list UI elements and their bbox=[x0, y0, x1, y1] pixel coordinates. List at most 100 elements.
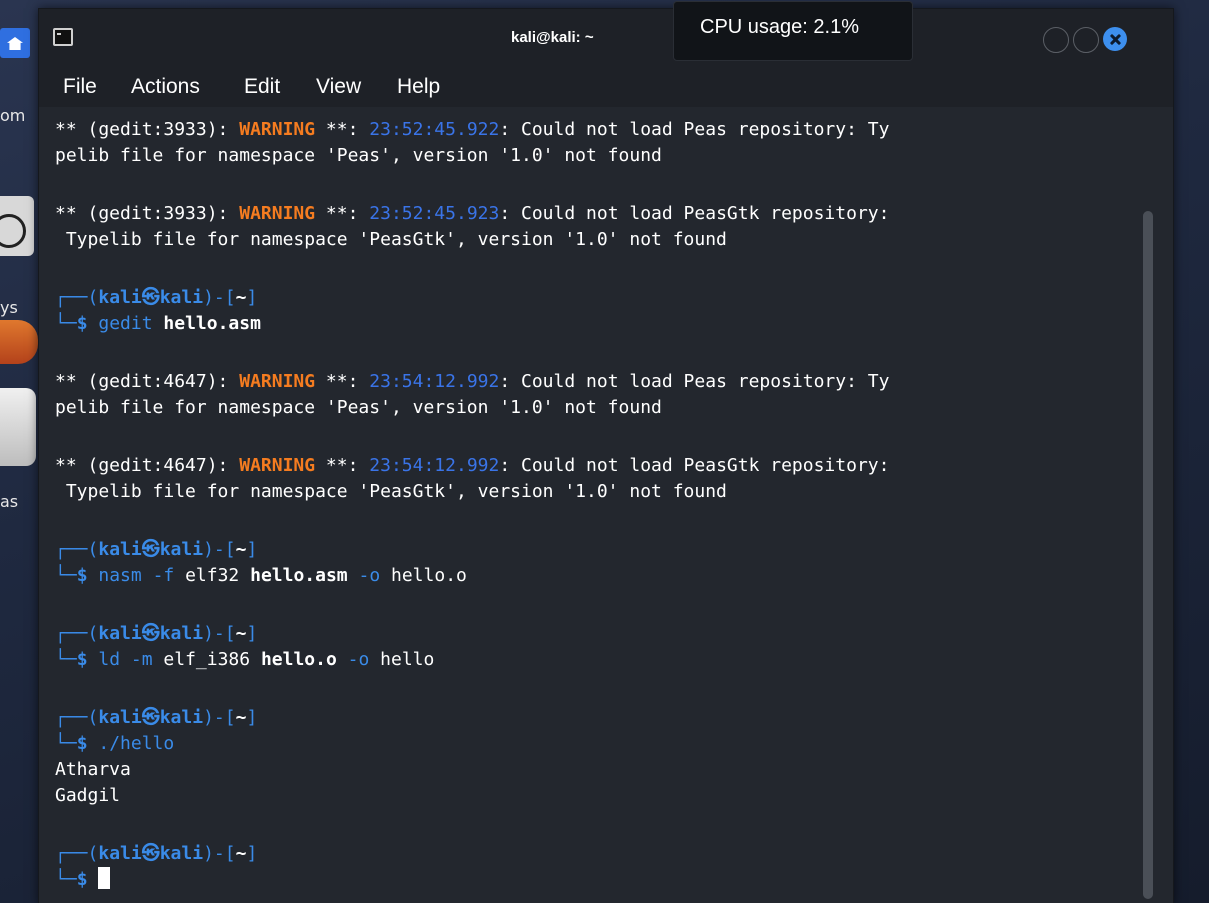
prompt-dollar: $ bbox=[76, 733, 88, 754]
command-text: elf_i386 bbox=[152, 649, 261, 670]
warn-sep: **: bbox=[315, 203, 370, 224]
warn-prefix: ** (gedit:4647): bbox=[55, 455, 240, 476]
prompt-at: ㉿ bbox=[141, 843, 160, 864]
prompt-line: ┌──(kali㉿kali)-[~] bbox=[55, 621, 257, 647]
command-name: ./hello bbox=[87, 733, 175, 754]
prompt-host: kali bbox=[159, 623, 204, 644]
warn-sep: **: bbox=[315, 119, 370, 140]
prompt-bracket-end: ] bbox=[246, 707, 258, 728]
prompt-user: kali bbox=[98, 623, 142, 644]
warning-label: WARNING bbox=[239, 203, 316, 224]
prompt-bracket: )-[ bbox=[203, 623, 236, 644]
prompt-at: ㉿ bbox=[141, 539, 160, 560]
prompt-corner: └─ bbox=[55, 733, 77, 754]
prompt-corner: ┌──( bbox=[55, 843, 99, 864]
prompt-bracket: )-[ bbox=[203, 843, 236, 864]
prompt-corner: ┌──( bbox=[55, 287, 99, 308]
prompt-line: ┌──(kali㉿kali)-[~] bbox=[55, 285, 257, 311]
maximize-button[interactable] bbox=[1073, 27, 1099, 53]
timestamp: 23:52:45.923 bbox=[369, 203, 500, 224]
command-name: ld bbox=[87, 649, 131, 670]
disk-icon[interactable] bbox=[0, 388, 36, 466]
prompt-host: kali bbox=[159, 843, 204, 864]
title-bar[interactable]: kali@kali: ~ CPU usage: 2.1% bbox=[39, 1, 1173, 65]
terminal-window: kali@kali: ~ CPU usage: 2.1% File Action… bbox=[38, 1, 1174, 903]
prompt-dir: ~ bbox=[235, 623, 247, 644]
prompt-at: ㉿ bbox=[141, 707, 160, 728]
terminal-line: pelib file for namespace 'Peas', version… bbox=[55, 397, 662, 418]
scrollbar[interactable] bbox=[1143, 211, 1153, 899]
terminal-line: ** (gedit:4647): WARNING **: 23:54:12.99… bbox=[55, 453, 889, 479]
command-line: └─$ bbox=[55, 867, 111, 893]
desktop-icon-label: ys bbox=[0, 298, 18, 317]
command-line: └─$ ld -m elf_i386 hello.o -o hello bbox=[55, 647, 434, 673]
cpu-usage-tooltip: CPU usage: 2.1% bbox=[673, 1, 913, 61]
prompt-corner: ┌──( bbox=[55, 707, 99, 728]
prompt-bracket-end: ] bbox=[246, 539, 258, 560]
menu-file[interactable]: File bbox=[59, 73, 101, 101]
desktop-icon-label: om bbox=[0, 106, 26, 125]
command-arg: hello.o bbox=[260, 649, 337, 670]
filesystem-icon[interactable] bbox=[0, 320, 38, 364]
command-text: elf32 bbox=[174, 565, 251, 586]
prompt-corner: └─ bbox=[55, 565, 77, 586]
command-text: hello bbox=[369, 649, 435, 670]
prompt-bracket-end: ] bbox=[246, 623, 258, 644]
warning-label: WARNING bbox=[239, 455, 316, 476]
prompt-user: kali bbox=[98, 539, 142, 560]
warning-label: WARNING bbox=[239, 119, 316, 140]
prompt-dir: ~ bbox=[235, 539, 247, 560]
command-text: hello.o bbox=[380, 565, 467, 586]
terminal-output[interactable]: ** (gedit:3933): WARNING **: 23:52:45.92… bbox=[39, 107, 1173, 903]
prompt-host: kali bbox=[159, 539, 204, 560]
terminal-line: Typelib file for namespace 'PeasGtk', ve… bbox=[55, 229, 727, 250]
command-line: └─$ ./hello bbox=[55, 731, 174, 757]
command-arg: hello.asm bbox=[250, 565, 348, 586]
prompt-dollar: $ bbox=[76, 313, 88, 334]
prompt-user: kali bbox=[98, 707, 142, 728]
warn-prefix: ** (gedit:3933): bbox=[55, 203, 240, 224]
prompt-dir: ~ bbox=[235, 707, 247, 728]
warning-label: WARNING bbox=[239, 371, 316, 392]
text-cursor bbox=[98, 867, 111, 889]
menu-edit[interactable]: Edit bbox=[240, 73, 284, 101]
warn-sep: **: bbox=[315, 455, 370, 476]
menu-help[interactable]: Help bbox=[393, 73, 444, 101]
desktop: om ys as kali@kali: ~ CPU usage: 2.1% Fi… bbox=[0, 0, 1209, 903]
close-button[interactable] bbox=[1103, 27, 1127, 51]
prompt-at: ㉿ bbox=[141, 287, 160, 308]
prompt-dollar: $ bbox=[76, 649, 88, 670]
terminal-line: Typelib file for namespace 'PeasGtk', ve… bbox=[55, 481, 727, 502]
warn-message: : Could not load Peas repository: Ty bbox=[499, 119, 890, 140]
menu-actions[interactable]: Actions bbox=[127, 73, 204, 101]
menu-bar: File Actions Edit View Help bbox=[39, 65, 1173, 107]
prompt-bracket: )-[ bbox=[203, 707, 236, 728]
window-title: kali@kali: ~ bbox=[511, 29, 594, 46]
minimize-button[interactable] bbox=[1043, 27, 1069, 53]
warn-prefix: ** (gedit:3933): bbox=[55, 119, 240, 140]
prompt-dir: ~ bbox=[235, 287, 247, 308]
command-line: └─$ nasm -f elf32 hello.asm -o hello.o bbox=[55, 563, 467, 589]
command-option: -o bbox=[336, 649, 370, 670]
prompt-user: kali bbox=[98, 843, 142, 864]
prompt-bracket-end: ] bbox=[246, 843, 258, 864]
prompt-host: kali bbox=[159, 287, 204, 308]
menu-view[interactable]: View bbox=[312, 73, 365, 101]
warn-message: : Could not load PeasGtk repository: bbox=[499, 203, 890, 224]
command-option: -o bbox=[347, 565, 381, 586]
prompt-bracket: )-[ bbox=[203, 539, 236, 560]
timestamp: 23:54:12.992 bbox=[369, 455, 500, 476]
prompt-line: ┌──(kali㉿kali)-[~] bbox=[55, 537, 257, 563]
program-output: Gadgil bbox=[55, 785, 121, 806]
command-line: └─$ gedit hello.asm bbox=[55, 311, 261, 337]
prompt-bracket: )-[ bbox=[203, 287, 236, 308]
prompt-dir: ~ bbox=[235, 843, 247, 864]
timestamp: 23:52:45.922 bbox=[369, 119, 500, 140]
prompt-corner: └─ bbox=[55, 649, 77, 670]
home-folder-icon[interactable] bbox=[0, 28, 30, 58]
prompt-user: kali bbox=[98, 287, 142, 308]
prompt-corner: ┌──( bbox=[55, 539, 99, 560]
terminal-line: ** (gedit:4647): WARNING **: 23:54:12.99… bbox=[55, 369, 889, 395]
trash-icon[interactable] bbox=[0, 196, 34, 256]
desktop-icon-strip: om ys as bbox=[0, 0, 40, 903]
